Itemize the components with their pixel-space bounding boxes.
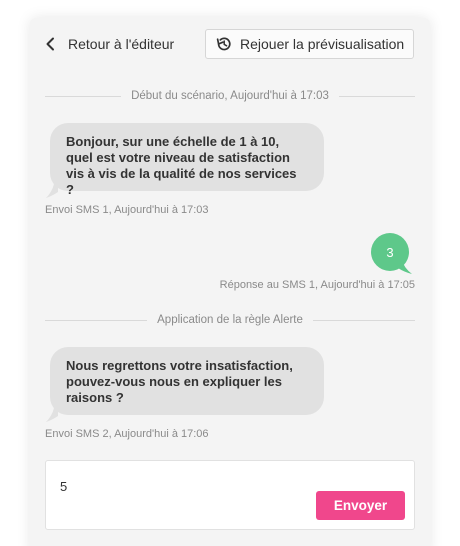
sms-line: pouvez-vous nous en expliquer les (66, 374, 282, 389)
divider-line (45, 95, 122, 97)
sms-1-meta: Envoi SMS 1, Aujourd'hui à 17:03 (45, 204, 209, 216)
reply-composer: Envoyer (45, 460, 415, 530)
replay-preview-button[interactable]: Rejouer la prévisualisation (205, 29, 414, 59)
replay-preview-label: Rejouer la prévisualisation (240, 36, 405, 52)
bubble-tail (46, 408, 58, 422)
send-button[interactable]: Envoyer (316, 491, 405, 520)
scenario-start-divider: Début du scénario, Aujourd'hui à 17:03 (45, 89, 415, 103)
sms-line: quel est votre niveau de satisfaction (66, 150, 290, 165)
reply-input[interactable] (46, 461, 316, 511)
sms-2-meta: Envoi SMS 2, Aujourd'hui à 17:06 (45, 428, 209, 440)
bubble-tail (46, 184, 58, 198)
bubble-tail (398, 260, 412, 274)
divider-line (45, 319, 148, 321)
reply-1-meta: Réponse au SMS 1, Aujourd'hui à 17:05 (219, 279, 415, 291)
scenario-start-text: Début du scénario, Aujourd'hui à 17:03 (131, 90, 329, 102)
sms-line: vis à vis de la qualité de nos services … (66, 166, 297, 197)
sms-line: raisons ? (66, 390, 124, 405)
chevron-left-icon (46, 37, 54, 51)
incoming-sms-2-bubble: Nous regrettons votre insatisfaction, po… (50, 347, 324, 415)
history-replay-icon (216, 37, 231, 51)
reply-1-text: 3 (386, 244, 394, 260)
preview-panel: Retour à l'éditeur Rejouer la prévisuali… (30, 18, 430, 546)
sms-line: Nous regrettons votre insatisfaction, (66, 358, 293, 373)
rule-applied-divider: Application de la règle Alerte (45, 313, 416, 327)
rule-applied-text: Application de la règle Alerte (157, 314, 303, 326)
preview-header: Retour à l'éditeur Rejouer la prévisuali… (30, 18, 430, 70)
back-to-editor-label: Retour à l'éditeur (68, 36, 175, 52)
incoming-sms-1-bubble: Bonjour, sur une échelle de 1 à 10, quel… (50, 123, 324, 197)
sms-line: Bonjour, sur une échelle de 1 à 10, (66, 134, 280, 149)
divider-line (312, 319, 416, 321)
divider-line (338, 95, 415, 97)
back-to-editor-link[interactable]: Retour à l'éditeur (42, 32, 174, 56)
